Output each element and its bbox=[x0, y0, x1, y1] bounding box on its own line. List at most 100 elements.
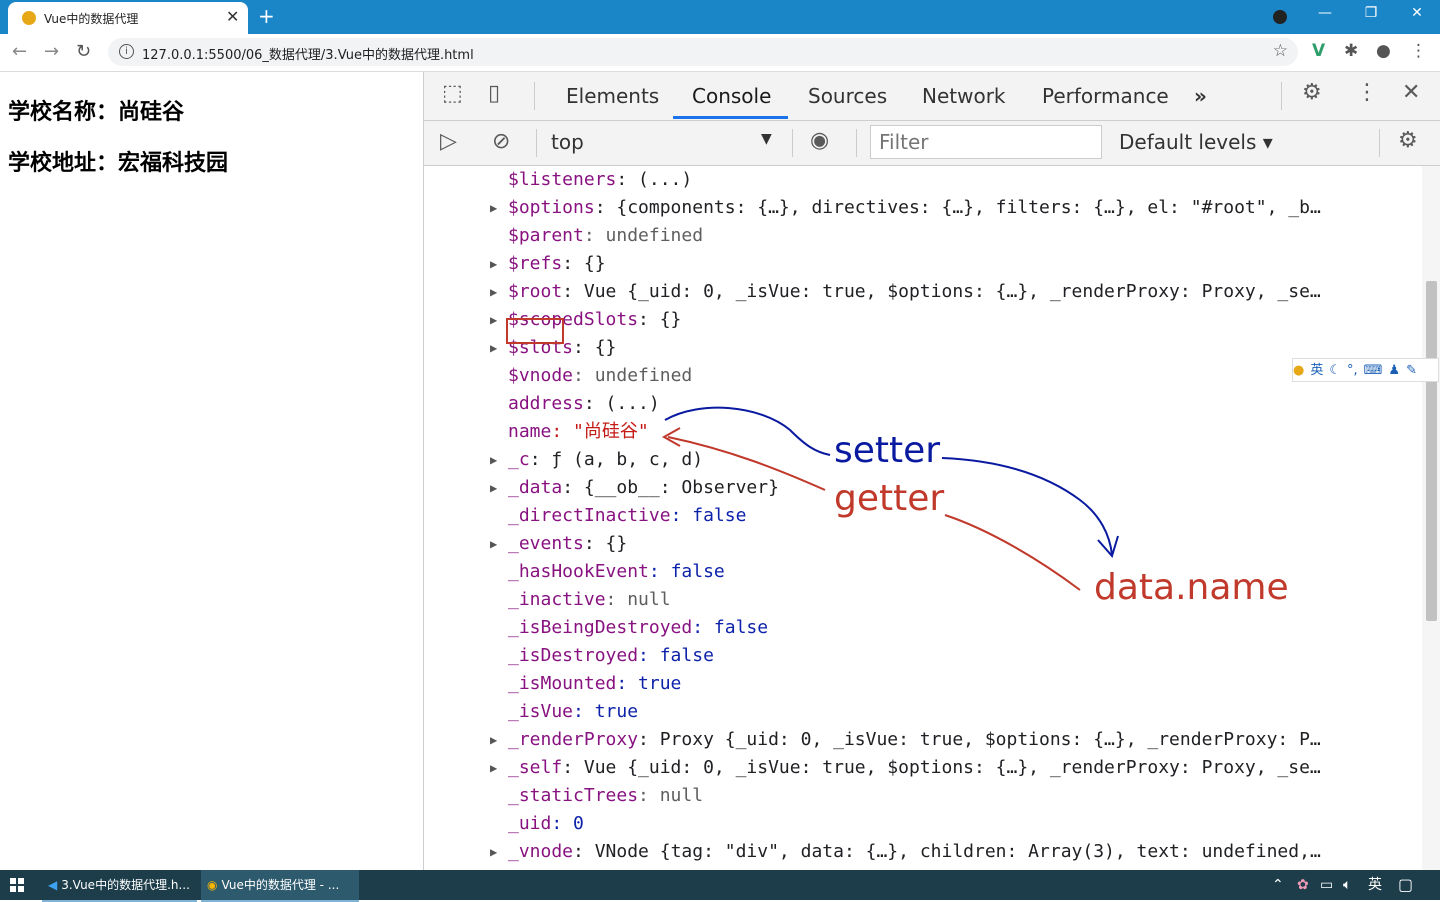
page-viewport: 学校名称：尚硅谷 学校地址：宏福科技园 bbox=[0, 72, 423, 870]
ime-punct-icon[interactable]: °, bbox=[1347, 363, 1358, 378]
windows-start-icon[interactable] bbox=[10, 878, 24, 892]
reload-icon[interactable]: ↻ bbox=[76, 41, 91, 62]
console-scrollbar[interactable] bbox=[1422, 166, 1440, 870]
property-value: : Proxy {_uid: 0, _isVue: true, $options… bbox=[638, 729, 1321, 750]
taskbar-vscode[interactable]: ◀ 3.Vue中的数据代理.h... bbox=[42, 870, 197, 902]
tab-elements[interactable]: Elements bbox=[566, 84, 659, 108]
tray-network-icon[interactable]: ▭ bbox=[1320, 870, 1333, 900]
divider bbox=[1281, 82, 1282, 110]
property-key: _isVue bbox=[508, 701, 574, 722]
ime-tool-icon[interactable]: ✎ bbox=[1406, 363, 1417, 378]
property-key: _self bbox=[508, 757, 563, 778]
vscode-icon: ◀ bbox=[48, 878, 58, 892]
expand-triangle-icon[interactable]: ▶ bbox=[490, 446, 497, 474]
property-text: _data: {__ob__: Observer} bbox=[508, 474, 779, 502]
property-value: : null bbox=[638, 785, 704, 806]
profile-avatar-icon[interactable]: ● bbox=[1376, 41, 1391, 61]
close-devtools-icon[interactable]: ✕ bbox=[1402, 80, 1420, 105]
property-key: $parent bbox=[508, 225, 584, 246]
expand-triangle-icon[interactable]: ▶ bbox=[490, 838, 497, 866]
log-levels-dropdown[interactable]: Default levels ▾ bbox=[1119, 130, 1273, 154]
vue-devtools-extension-icon[interactable]: V bbox=[1312, 41, 1325, 61]
tab-performance[interactable]: Performance bbox=[1042, 84, 1169, 108]
inspect-element-icon[interactable]: ⬚ bbox=[442, 81, 463, 106]
expand-triangle-icon[interactable]: ▶ bbox=[490, 474, 497, 502]
property-value: : undefined bbox=[583, 225, 704, 246]
device-toolbar-icon[interactable]: ▯ bbox=[488, 81, 500, 106]
active-tab-indicator bbox=[673, 116, 788, 119]
expand-triangle-icon[interactable]: ▶ bbox=[490, 250, 497, 278]
tab-console[interactable]: Console bbox=[692, 84, 771, 108]
clear-console-icon[interactable]: ⊘ bbox=[492, 129, 510, 154]
forward-icon[interactable]: → bbox=[44, 41, 59, 62]
address-bar-row: ← → ↻ i 127.0.0.1:5500/06_数据代理/3.Vue中的数据… bbox=[0, 34, 1440, 72]
tab-sources[interactable]: Sources bbox=[808, 84, 887, 108]
new-tab-button[interactable]: + bbox=[258, 4, 275, 28]
ime-moon-icon[interactable]: ☾ bbox=[1329, 363, 1341, 378]
console-property-row: _isBeingDestroyed: false bbox=[424, 614, 1424, 642]
more-tabs-icon[interactable]: » bbox=[1194, 84, 1207, 108]
ime-language-label[interactable]: 英 bbox=[1310, 363, 1323, 378]
context-selector[interactable]: top bbox=[551, 130, 584, 154]
show-sidebar-icon[interactable]: ▷ bbox=[440, 129, 457, 154]
console-property-row[interactable]: ▶ _vnode: VNode {tag: "div", data: {…}, c… bbox=[424, 838, 1424, 866]
more-options-icon[interactable]: ⋮ bbox=[1356, 80, 1378, 105]
tray-volume-icon[interactable]: 🔈︎ bbox=[1343, 870, 1351, 900]
scrollbar-thumb[interactable] bbox=[1426, 281, 1437, 621]
url-input[interactable]: i 127.0.0.1:5500/06_数据代理/3.Vue中的数据代理.htm… bbox=[108, 38, 1298, 66]
site-info-icon[interactable]: i bbox=[119, 44, 134, 59]
property-value: : Vue {_uid: 0, _isVue: true, $options: … bbox=[562, 281, 1321, 302]
console-property-row[interactable]: ▶ $scopedSlots: {} bbox=[424, 306, 1424, 334]
property-key: _inactive bbox=[508, 589, 606, 610]
property-key: _isDestroyed bbox=[508, 645, 639, 666]
notification-center-icon[interactable]: ▢ bbox=[1398, 870, 1413, 900]
back-icon[interactable]: ← bbox=[12, 41, 27, 62]
property-value: : null bbox=[605, 589, 671, 610]
tab-network[interactable]: Network bbox=[922, 84, 1006, 108]
restore-icon[interactable]: ❐ bbox=[1357, 5, 1385, 21]
ime-keyboard-icon[interactable]: ⌨ bbox=[1364, 363, 1383, 378]
console-property-row[interactable]: ▶ $slots: {} bbox=[424, 334, 1424, 362]
expand-triangle-icon[interactable]: ▶ bbox=[490, 530, 497, 558]
expand-triangle-icon[interactable]: ▶ bbox=[490, 194, 497, 222]
bookmark-star-icon[interactable]: ☆ bbox=[1273, 41, 1288, 61]
context-dropdown-icon[interactable]: ▼ bbox=[761, 131, 772, 147]
console-property-row[interactable]: ▶ $root: Vue {_uid: 0, _isVue: true, $opt… bbox=[424, 278, 1424, 306]
property-text: _staticTrees: null bbox=[508, 782, 703, 810]
console-property-row[interactable]: ▶ _renderProxy: Proxy {_uid: 0, _isVue: t… bbox=[424, 726, 1424, 754]
tray-chevron-icon[interactable]: ⌃ bbox=[1272, 870, 1284, 900]
profile-indicator-icon[interactable] bbox=[1273, 10, 1287, 24]
console-property-row[interactable]: ▶ $refs: {} bbox=[424, 250, 1424, 278]
close-tab-icon[interactable]: ✕ bbox=[226, 7, 239, 26]
browser-menu-icon[interactable]: ⋮ bbox=[1410, 41, 1427, 61]
property-text: $vnode: undefined bbox=[508, 362, 692, 390]
settings-gear-icon[interactable]: ⚙ bbox=[1302, 80, 1322, 105]
taskbar-chrome-label: Vue中的数据代理 - ... bbox=[221, 878, 340, 892]
console-filter-input[interactable] bbox=[870, 125, 1102, 159]
taskbar-chrome[interactable]: ◉ Vue中的数据代理 - ... bbox=[201, 870, 359, 902]
expand-triangle-icon[interactable]: ▶ bbox=[490, 726, 497, 754]
tray-app-icon[interactable]: ✿ bbox=[1297, 870, 1309, 900]
ime-floating-toolbar[interactable]: ● 英 ☾ °, ⌨ ♟ ✎ bbox=[1292, 358, 1439, 382]
console-property-row[interactable]: ▶ _self: Vue {_uid: 0, _isVue: true, $opt… bbox=[424, 754, 1424, 782]
property-value: : "尚硅谷" bbox=[551, 421, 649, 442]
console-settings-gear-icon[interactable]: ⚙ bbox=[1398, 128, 1418, 153]
expand-triangle-icon[interactable]: ▶ bbox=[490, 306, 497, 334]
console-property-row[interactable]: ▶ _events: {} bbox=[424, 530, 1424, 558]
property-value: : Vue {_uid: 0, _isVue: true, $options: … bbox=[562, 757, 1321, 778]
close-window-icon[interactable]: ✕ bbox=[1403, 5, 1431, 21]
property-text: _renderProxy: Proxy {_uid: 0, _isVue: tr… bbox=[508, 726, 1321, 754]
property-key: _vnode bbox=[508, 841, 574, 862]
minimize-icon[interactable]: — bbox=[1311, 5, 1339, 21]
property-text: address: (...) bbox=[508, 390, 660, 418]
expand-triangle-icon[interactable]: ▶ bbox=[490, 278, 497, 306]
browser-tab[interactable]: Vue中的数据代理 ✕ bbox=[8, 2, 248, 34]
extensions-puzzle-icon[interactable]: ✱ bbox=[1344, 41, 1358, 61]
expand-triangle-icon[interactable]: ▶ bbox=[490, 754, 497, 782]
live-expression-eye-icon[interactable]: ◉ bbox=[810, 128, 829, 153]
expand-triangle-icon[interactable]: ▶ bbox=[490, 334, 497, 362]
school-address-text: 学校地址：宏福科技园 bbox=[8, 151, 229, 176]
tray-ime-label[interactable]: 英 bbox=[1368, 870, 1382, 900]
ime-user-icon[interactable]: ♟ bbox=[1388, 363, 1400, 378]
console-property-row[interactable]: ▶ $options: {components: {…}, directives:… bbox=[424, 194, 1424, 222]
